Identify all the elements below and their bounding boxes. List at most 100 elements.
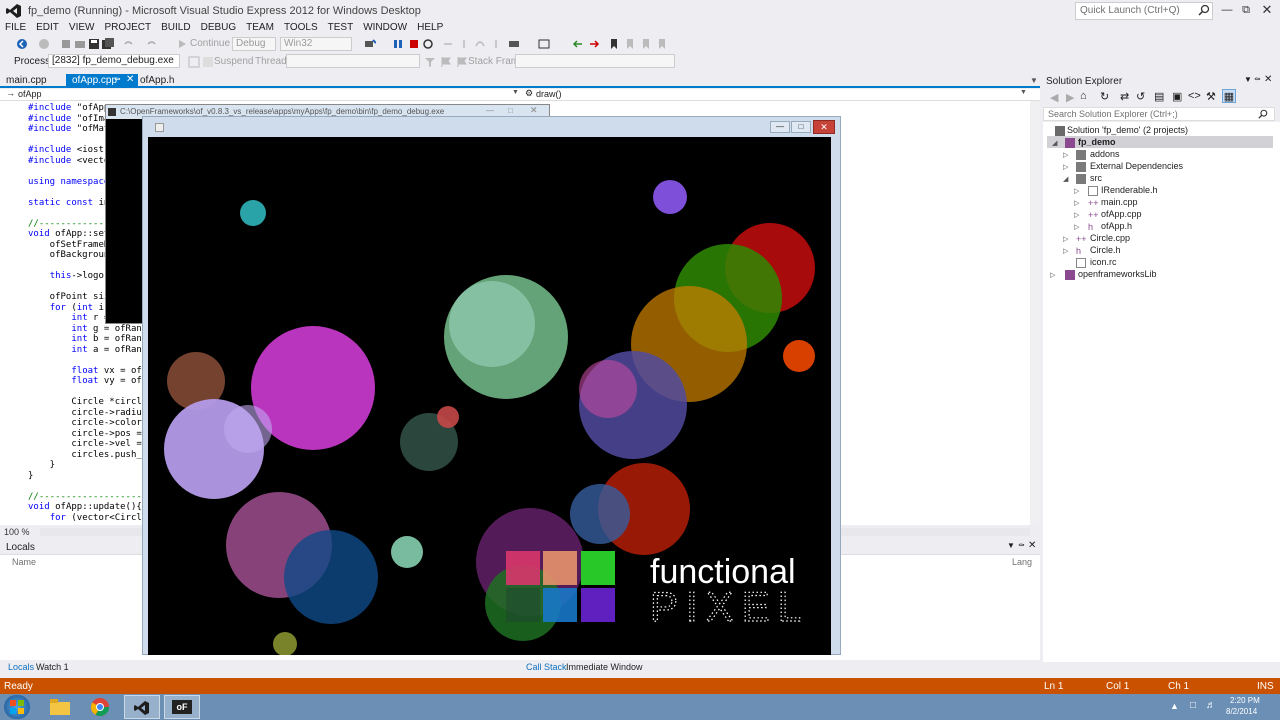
- tab-ofapp-cpp[interactable]: ofApp.cpp ⚰ ✕: [66, 74, 138, 88]
- menu-project[interactable]: PROJECT: [99, 20, 156, 36]
- tab-overflow-icon[interactable]: ▼: [1030, 76, 1038, 85]
- pin-icon[interactable]: ⚰: [114, 75, 121, 84]
- pending-changes-icon[interactable]: ⇄: [1120, 90, 1129, 103]
- locals-column-lang[interactable]: Lang: [1012, 557, 1032, 567]
- expanded-arrow-icon[interactable]: ◢: [1052, 139, 1057, 147]
- search-icon[interactable]: [1258, 109, 1268, 119]
- forward-icon[interactable]: ▶: [1066, 91, 1074, 104]
- step-over-icon[interactable]: [474, 38, 486, 50]
- collapsed-arrow-icon[interactable]: ▷: [1050, 271, 1055, 279]
- tree-item-circle-h[interactable]: Circle.h: [1090, 245, 1121, 255]
- editor-vertical-scrollbar[interactable]: [1030, 101, 1040, 525]
- menu-window[interactable]: WINDOW: [358, 20, 412, 36]
- navigate-forward-icon[interactable]: [588, 38, 600, 50]
- menu-team[interactable]: TEAM: [241, 20, 279, 36]
- undo-icon[interactable]: [122, 38, 134, 50]
- open-file-icon[interactable]: [74, 38, 86, 50]
- platform-select[interactable]: Win32: [280, 37, 352, 51]
- filter-icon[interactable]: [424, 56, 436, 68]
- bookmark-prev-icon[interactable]: [624, 38, 636, 50]
- close-icon[interactable]: ✕: [1258, 3, 1276, 19]
- tree-item-ofapp-cpp[interactable]: ofApp.cpp: [1101, 209, 1142, 219]
- quick-launch-input[interactable]: Quick Launch (Ctrl+Q): [1075, 2, 1213, 20]
- clear-bookmarks-icon[interactable]: [656, 38, 668, 50]
- menu-debug[interactable]: DEBUG: [196, 20, 242, 36]
- locals-column-name[interactable]: Name: [12, 557, 36, 567]
- step-into-icon[interactable]: [458, 38, 470, 50]
- back-icon[interactable]: [16, 38, 28, 50]
- collapsed-arrow-icon[interactable]: ▷: [1063, 235, 1068, 243]
- expanded-arrow-icon[interactable]: ◢: [1063, 175, 1068, 183]
- preview-icon[interactable]: ▦: [1222, 89, 1236, 103]
- continue-button[interactable]: Continue: [190, 38, 230, 49]
- tree-item-src[interactable]: src: [1090, 173, 1102, 183]
- collapse-all-icon[interactable]: ▤: [1154, 90, 1164, 103]
- menu-tools[interactable]: TOOLS: [279, 20, 323, 36]
- scope-dropdown-icon[interactable]: ▼: [512, 89, 519, 96]
- tree-item-addons[interactable]: addons: [1090, 149, 1120, 159]
- clock-time[interactable]: 2:20 PM: [1230, 696, 1260, 705]
- tree-item-solution[interactable]: Solution 'fp_demo' (2 projects): [1067, 125, 1188, 135]
- hex-display-icon[interactable]: [508, 38, 520, 50]
- openframeworks-taskbar-button[interactable]: oF: [164, 695, 200, 719]
- panel-dropdown-icon[interactable]: ▼: [1007, 541, 1015, 550]
- menu-test[interactable]: TEST: [323, 20, 359, 36]
- tree-item-openframeworkslib[interactable]: openframeworksLib: [1078, 269, 1157, 279]
- flag-icon[interactable]: [440, 56, 452, 68]
- redo-icon[interactable]: [146, 38, 158, 50]
- sync-icon[interactable]: ↻: [1100, 90, 1109, 103]
- collapsed-arrow-icon[interactable]: ▷: [1063, 247, 1068, 255]
- show-next-statement-icon[interactable]: [442, 38, 454, 50]
- chrome-taskbar-button[interactable]: [84, 696, 116, 718]
- collapsed-arrow-icon[interactable]: ▷: [1074, 187, 1079, 195]
- panel-dropdown-icon[interactable]: ▼: [1244, 75, 1252, 84]
- stop-debugging-icon[interactable]: [408, 38, 420, 50]
- tab-call-stack[interactable]: Call Stack: [526, 662, 567, 672]
- panel-close-icon[interactable]: ✕: [1028, 540, 1036, 551]
- refresh-icon[interactable]: ↺: [1136, 90, 1145, 103]
- save-icon[interactable]: [88, 38, 100, 50]
- view-code-icon[interactable]: <>: [1188, 90, 1201, 102]
- restore-icon[interactable]: ⧉: [1237, 3, 1255, 19]
- save-all-icon[interactable]: [102, 38, 114, 50]
- attach-icon[interactable]: [364, 38, 376, 50]
- menu-edit[interactable]: EDIT: [31, 20, 64, 36]
- tree-item-ofapp-h[interactable]: ofApp.h: [1101, 221, 1132, 231]
- thread-select[interactable]: [286, 54, 420, 68]
- configuration-select[interactable]: Debug: [232, 37, 276, 51]
- menu-view[interactable]: VIEW: [64, 20, 100, 36]
- show-hidden-icons-icon[interactable]: ▲: [1170, 701, 1179, 711]
- tree-item-circle-cpp[interactable]: Circle.cpp: [1090, 233, 1130, 243]
- collapsed-arrow-icon[interactable]: ▷: [1074, 223, 1079, 231]
- tree-item-irenderable-h[interactable]: IRenderable.h: [1101, 185, 1158, 195]
- break-all-icon[interactable]: [392, 38, 404, 50]
- search-icon[interactable]: [1198, 4, 1210, 16]
- tree-item-main-cpp[interactable]: main.cpp: [1101, 197, 1138, 207]
- properties-icon[interactable]: ⚒: [1206, 90, 1216, 103]
- show-all-files-icon[interactable]: ▣: [1172, 90, 1182, 103]
- step-out-icon[interactable]: [490, 38, 502, 50]
- minimize-icon[interactable]: —: [1218, 3, 1236, 19]
- collapsed-arrow-icon[interactable]: ▷: [1074, 211, 1079, 219]
- tab-main-cpp[interactable]: main.cpp: [0, 74, 53, 88]
- bookmark-next-icon[interactable]: [640, 38, 652, 50]
- panel-pin-icon[interactable]: ⚰: [1254, 75, 1261, 84]
- menu-help[interactable]: HELP: [412, 20, 448, 36]
- menu-file[interactable]: FILE: [0, 20, 31, 36]
- app-canvas[interactable]: functional PIXEL: [148, 137, 831, 655]
- start-button[interactable]: [4, 695, 30, 719]
- restart-icon[interactable]: [422, 38, 434, 50]
- console-minimize-icon[interactable]: —: [486, 106, 494, 115]
- lifecycle-icon[interactable]: [188, 56, 200, 68]
- tab-watch-1[interactable]: Watch 1: [36, 662, 69, 672]
- tree-item-external-dependencies[interactable]: External Dependencies: [1090, 161, 1183, 171]
- stack-frame-select[interactable]: [515, 54, 675, 68]
- app-maximize-icon[interactable]: □: [791, 121, 811, 133]
- scope-select[interactable]: ofApp: [18, 89, 42, 99]
- network-icon[interactable]: □: [1190, 700, 1196, 711]
- console-maximize-icon[interactable]: □: [508, 106, 513, 115]
- member-dropdown-icon[interactable]: ▼: [1020, 89, 1027, 96]
- volume-icon[interactable]: ♬: [1206, 700, 1216, 711]
- visual-studio-taskbar-button[interactable]: [124, 695, 160, 719]
- panel-close-icon[interactable]: ✕: [1264, 74, 1272, 85]
